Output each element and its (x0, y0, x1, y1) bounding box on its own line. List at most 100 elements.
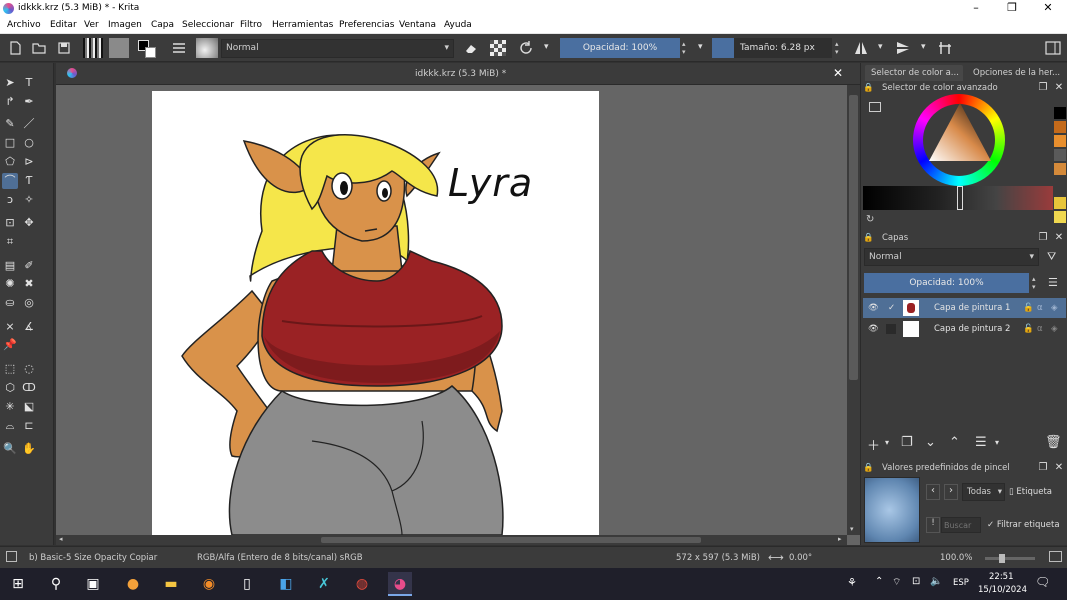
contiguous-select-icon[interactable]: ✳ (2, 399, 18, 415)
tag-button[interactable]: ▯ Etiqueta (1009, 483, 1065, 501)
swatch-3[interactable] (1054, 135, 1066, 147)
brush-preset-icon[interactable] (196, 38, 218, 58)
document-tab[interactable]: idkkk.krz (5.3 MiB) * ✕ (56, 63, 860, 85)
menu-ayuda[interactable]: Ayuda (444, 20, 472, 30)
pattern-preset-icon[interactable] (109, 38, 129, 58)
people-icon[interactable]: ⚘ (847, 576, 857, 589)
layer-row[interactable]: 👁 Capa de pintura 2 🔓 α ◈ (863, 319, 1066, 339)
saturation-triangle[interactable] (927, 101, 993, 165)
inherit-alpha-icon[interactable]: ◈ (1051, 319, 1058, 339)
next-icon[interactable]: › (944, 484, 958, 500)
menu-imagen[interactable]: Imagen (108, 20, 142, 30)
text-tool-icon[interactable]: T (21, 75, 37, 91)
lock-icon[interactable]: 🔒 (863, 231, 874, 245)
move-up-icon[interactable]: ⌃ (949, 435, 960, 450)
zoom-slider-handle[interactable] (999, 554, 1005, 563)
pan-tool-icon[interactable]: ✋ (21, 441, 37, 457)
store-icon[interactable]: ◧ (274, 572, 298, 596)
lock-icon[interactable]: 🔒 (863, 81, 874, 95)
minimize-button[interactable]: – (958, 0, 994, 18)
ellipse-tool-icon[interactable]: ○ (21, 135, 37, 151)
swatch-5[interactable] (1054, 163, 1066, 175)
visibility-eye-icon[interactable]: 👁 (868, 319, 879, 339)
menu-preferencias[interactable]: Preferencias (339, 20, 394, 30)
scroll-right-icon[interactable]: ▸ (838, 535, 842, 543)
firefox-icon[interactable]: ● (121, 572, 145, 596)
delete-layer-icon[interactable]: 🗑 (1045, 435, 1062, 450)
network-icon[interactable]: ⊡ (912, 576, 920, 587)
clock-time[interactable]: 22:51 (989, 572, 1014, 582)
float-docker-icon[interactable]: ❐ (1037, 461, 1049, 475)
layer-opacity-slider[interactable]: Opacidad: 100% (864, 273, 1029, 293)
visibility-eye-icon[interactable]: 👁 (868, 298, 879, 318)
add-layer-icon[interactable]: ＋ (867, 435, 880, 454)
scroll-left-icon[interactable]: ◂ (59, 535, 63, 543)
document-icon[interactable]: ▯ (235, 572, 259, 596)
mirror-horizontal-icon[interactable] (853, 40, 869, 56)
close-docker-icon[interactable]: ✕ (1053, 81, 1065, 95)
rect-select-icon[interactable]: ⬚ (2, 361, 18, 377)
chevron-down-icon[interactable]: ▾ (921, 42, 926, 52)
file-explorer-icon[interactable]: ▬ (159, 572, 183, 596)
float-docker-icon[interactable]: ❐ (1037, 231, 1049, 245)
preserve-alpha-icon[interactable] (490, 40, 506, 56)
chevron-down-icon[interactable]: ▾ (698, 42, 703, 52)
maximize-button[interactable]: ❐ (994, 0, 1030, 18)
fullscreen-icon[interactable] (1049, 551, 1062, 562)
swatch-2[interactable] (1054, 121, 1066, 133)
wrap-around-icon[interactable] (937, 40, 953, 56)
transform-tool-icon[interactable]: ⊡ (2, 215, 18, 231)
clock-date[interactable]: 15/10/2024 (978, 585, 1027, 595)
opacity-slider[interactable]: Opacidad: 100% (560, 38, 680, 58)
refresh-color-icon[interactable]: ↻ (866, 214, 874, 225)
swatch-1[interactable] (1054, 107, 1066, 119)
brush-settings-icon[interactable] (171, 40, 187, 56)
freehand-brush-icon[interactable]: ✎ (2, 116, 18, 132)
menu-archivo[interactable]: Archivo (7, 20, 41, 30)
preset-info-icon[interactable]: ! (926, 517, 940, 533)
polyline-tool-icon[interactable]: ⊳ (21, 154, 37, 170)
alpha-lock-icon[interactable]: α (1037, 298, 1043, 318)
chrome-icon[interactable]: ◍ (350, 572, 374, 596)
close-docker-icon[interactable]: ✕ (1053, 231, 1065, 245)
app-x-icon[interactable]: ✗ (312, 572, 336, 596)
menu-herramientas[interactable]: Herramientas (272, 20, 333, 30)
save-icon[interactable] (56, 40, 72, 56)
polygon-tool-icon[interactable]: ⬠ (2, 154, 18, 170)
drawing-canvas[interactable]: Lyra (152, 91, 599, 535)
bezier-curve-icon[interactable]: ⌒ (2, 173, 18, 189)
search-icon[interactable]: ⚲ (44, 572, 68, 596)
brush-preset-thumbnail[interactable] (864, 477, 920, 543)
filter-icon[interactable]: ⛛ (1047, 250, 1056, 264)
duplicate-layer-icon[interactable]: ❐ (901, 435, 913, 450)
tab-tool-options[interactable]: Opciones de la her... (967, 65, 1067, 81)
color-history-bar[interactable] (863, 186, 1053, 210)
language-indicator[interactable]: ESP (953, 578, 969, 588)
size-slider[interactable]: Tamaño: 6.28 px (734, 38, 832, 58)
horizontal-scroll-thumb[interactable] (321, 537, 701, 543)
menu-filtro[interactable]: Filtro (240, 20, 262, 30)
polygon-select-icon[interactable]: ⬡ (2, 380, 18, 396)
lock-icon[interactable]: 🔒 (863, 461, 874, 475)
dynamic-brush-icon[interactable]: ↄ (2, 192, 18, 208)
reload-preset-icon[interactable] (518, 40, 534, 56)
scroll-down-icon[interactable]: ▾ (850, 525, 854, 533)
enclose-fill-icon[interactable]: ◎ (21, 295, 37, 311)
color-settings-icon[interactable] (869, 102, 881, 112)
filter-tag-checkbox[interactable]: ✓ Filtrar etiqueta (987, 520, 1060, 530)
layer-row[interactable]: 👁 ✓ Capa de pintura 1 🔓 α ◈ (863, 298, 1066, 318)
task-view-icon[interactable]: ▣ (81, 572, 105, 596)
menu-editar[interactable]: Editar (50, 20, 77, 30)
layer-blend-mode-dropdown[interactable]: Normal ▾ (864, 248, 1039, 266)
layer-menu-icon[interactable]: ☰ (1048, 276, 1058, 289)
edit-shapes-icon[interactable]: ↱ (2, 94, 18, 110)
similar-select-icon[interactable]: ⬕ (21, 399, 37, 415)
close-docker-icon[interactable]: ✕ (1053, 461, 1065, 475)
gradient-preset-icon[interactable] (83, 38, 103, 58)
notifications-icon[interactable]: 🗨 (1035, 575, 1050, 589)
inherit-alpha-icon[interactable]: ◈ (1051, 298, 1058, 318)
chevron-down-icon[interactable]: ▾ (995, 438, 999, 447)
menu-ver[interactable]: Ver (84, 20, 99, 30)
krita-taskbar-icon[interactable]: ◕ (388, 572, 412, 596)
zoom-tool-icon[interactable]: 🔍 (2, 441, 18, 457)
